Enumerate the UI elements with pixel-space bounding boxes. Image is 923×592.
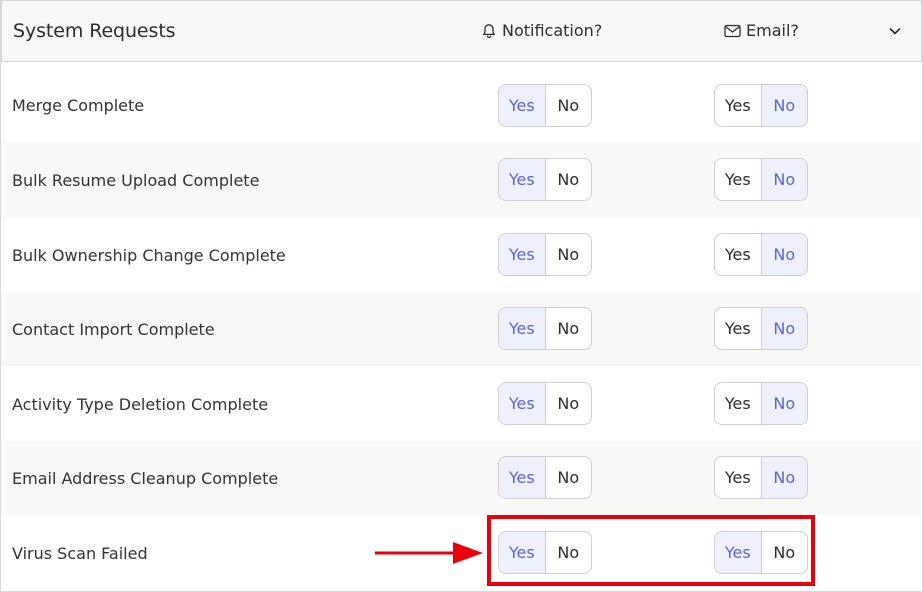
row-label: Activity Type Deletion Complete [12, 395, 269, 414]
email-toggle[interactable]: Yes No [714, 158, 808, 201]
notification-toggle[interactable]: Yes No [498, 307, 592, 350]
email-column-header: Email? [724, 21, 799, 40]
notification-no-option[interactable]: No [546, 234, 592, 275]
notification-yes-option[interactable]: Yes [499, 457, 546, 498]
email-yes-option[interactable]: Yes [715, 159, 762, 200]
table-row: Activity Type Deletion Complete Yes No Y… [1, 366, 922, 441]
bell-icon [483, 23, 495, 38]
email-toggle[interactable]: Yes No [714, 307, 808, 350]
email-no-option[interactable]: No [761, 159, 807, 200]
email-yes-option[interactable]: Yes [715, 457, 762, 498]
chevron-down-icon[interactable] [887, 23, 903, 39]
notification-no-option[interactable]: No [546, 457, 592, 498]
system-requests-panel: System Requests Notification? Email? Mer… [0, 0, 923, 592]
email-no-option[interactable]: No [761, 457, 807, 498]
table-row: Email Address Cleanup Complete Yes No Ye… [1, 441, 922, 515]
notification-no-option[interactable]: No [546, 383, 592, 424]
notification-yes-option[interactable]: Yes [499, 85, 546, 126]
email-yes-option[interactable]: Yes [715, 383, 762, 424]
panel-header[interactable]: System Requests Notification? Email? [1, 0, 922, 62]
email-yes-option[interactable]: Yes [715, 308, 762, 349]
email-no-option[interactable]: No [761, 85, 807, 126]
table-row: Contact Import Complete Yes No Yes No [1, 292, 922, 366]
row-label: Bulk Resume Upload Complete [12, 171, 260, 190]
email-yes-option[interactable]: Yes [715, 85, 762, 126]
email-no-option[interactable]: No [761, 234, 807, 275]
panel-title: System Requests [13, 20, 176, 42]
email-yes-option[interactable]: Yes [715, 234, 762, 275]
notification-toggle[interactable]: Yes No [498, 84, 592, 127]
notification-yes-option[interactable]: Yes [499, 234, 546, 275]
arrow-right-icon [375, 542, 483, 564]
notification-column-label: Notification? [502, 21, 603, 40]
email-column-label: Email? [746, 21, 799, 40]
email-toggle[interactable]: Yes No [714, 456, 808, 499]
notification-yes-option[interactable]: Yes [499, 308, 546, 349]
row-label: Virus Scan Failed [12, 544, 148, 563]
row-label: Bulk Ownership Change Complete [12, 246, 286, 265]
table-row: Bulk Ownership Change Complete Yes No Ye… [1, 217, 922, 292]
notification-no-option[interactable]: No [546, 85, 592, 126]
notification-no-option[interactable]: No [546, 308, 592, 349]
notification-yes-option[interactable]: Yes [499, 383, 546, 424]
row-label: Contact Import Complete [12, 320, 215, 339]
notification-toggle[interactable]: Yes No [498, 158, 592, 201]
notification-toggle[interactable]: Yes No [498, 456, 592, 499]
notification-no-option[interactable]: No [546, 159, 592, 200]
table-row: Merge Complete Yes No Yes No [1, 63, 922, 143]
envelope-icon [724, 24, 741, 37]
email-toggle[interactable]: Yes No [714, 84, 808, 127]
notification-toggle[interactable]: Yes No [498, 382, 592, 425]
row-label: Email Address Cleanup Complete [12, 469, 279, 488]
email-toggle[interactable]: Yes No [714, 233, 808, 276]
email-no-option[interactable]: No [761, 308, 807, 349]
table-row: Bulk Resume Upload Complete Yes No Yes N… [1, 143, 922, 217]
notification-column-header: Notification? [481, 21, 602, 40]
email-no-option[interactable]: No [761, 383, 807, 424]
row-label: Merge Complete [12, 96, 145, 115]
notification-yes-option[interactable]: Yes [499, 159, 546, 200]
highlight-box [487, 515, 815, 586]
email-toggle[interactable]: Yes No [714, 382, 808, 425]
notification-toggle[interactable]: Yes No [498, 233, 592, 276]
